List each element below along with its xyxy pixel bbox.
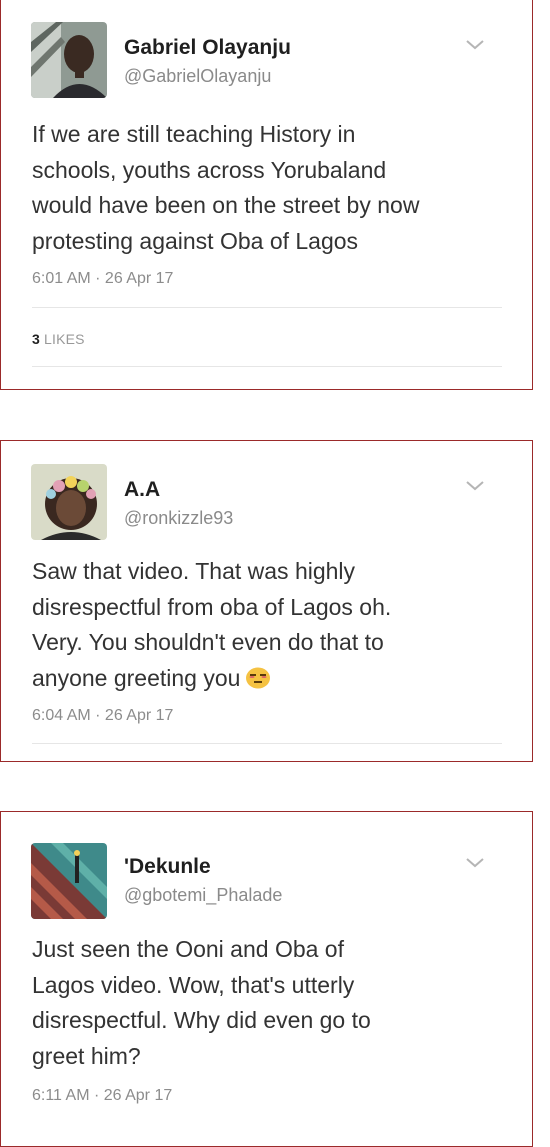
tweet-text-line: If we are still teaching History in [32, 121, 356, 147]
tweet-text-line: would have been on the street by now [32, 192, 420, 218]
tweet-text-line: disrespectful. Why did even go to [32, 1007, 371, 1033]
avatar[interactable] [31, 464, 107, 540]
avatar[interactable] [31, 22, 107, 98]
likes-number: 3 [32, 331, 40, 347]
tweet-card[interactable]: 'Dekunle @gbotemi_Phalade Just seen the … [0, 811, 533, 1147]
divider [32, 743, 502, 744]
avatar[interactable] [31, 843, 107, 919]
tweet-card[interactable]: A.A @ronkizzle93 Saw that video. That wa… [0, 440, 533, 762]
chevron-down-icon[interactable] [464, 479, 486, 493]
display-name[interactable]: Gabriel Olayanju [124, 36, 291, 60]
user-handle[interactable]: @ronkizzle93 [124, 508, 233, 529]
chevron-down-icon[interactable] [464, 38, 486, 52]
tweet-timestamp[interactable]: 6:01 AM · 26 Apr 17 [32, 270, 173, 288]
user-handle[interactable]: @gbotemi_Phalade [124, 885, 282, 906]
tweet-text-line: schools, youths across Yorubaland [32, 156, 387, 183]
chevron-down-icon[interactable] [464, 856, 486, 870]
tweet-timestamp[interactable]: 6:04 AM · 26 Apr 17 [32, 707, 173, 725]
tweet-text-line: Just seen the Ooni and Oba of [32, 936, 344, 962]
tweet-text-line: protesting against Oba of Lagos [32, 227, 359, 254]
tweet-text-line: Lagos video. Wow, that's utterly [32, 971, 355, 998]
divider [32, 366, 502, 367]
tweet-text-line: Saw that video. That was highly [32, 558, 356, 584]
likes-count[interactable]: 3 LIKES [32, 331, 85, 347]
likes-label: LIKES [44, 331, 85, 347]
tweet-card[interactable]: Gabriel Olayanju @GabrielOlayanju If we … [0, 0, 533, 390]
tweet-text: If we are still teaching History in scho… [32, 117, 502, 259]
tweet-text: Just seen the Ooni and Oba of Lagos vide… [32, 932, 502, 1074]
display-name[interactable]: A.A [124, 478, 160, 502]
tweet-timestamp[interactable]: 6:11 AM · 26 Apr 17 [32, 1087, 172, 1105]
divider [32, 307, 502, 308]
user-handle[interactable]: @GabrielOlayanju [124, 66, 271, 87]
tweet-text-line: anyone greeting you [32, 661, 502, 697]
tweet-text-line: greet him? [32, 1042, 141, 1069]
tweet-text-line: Very. You shouldn't even do that to [32, 629, 384, 655]
tweet-text-line: disrespectful from oba of Lagos oh. [32, 593, 392, 620]
tweet-text-fragment: anyone greeting you [32, 664, 241, 691]
tweet-text: Saw that video. That was highly disrespe… [32, 554, 502, 696]
unamused-face-emoji-icon [246, 667, 271, 688]
display-name[interactable]: 'Dekunle [124, 855, 211, 879]
